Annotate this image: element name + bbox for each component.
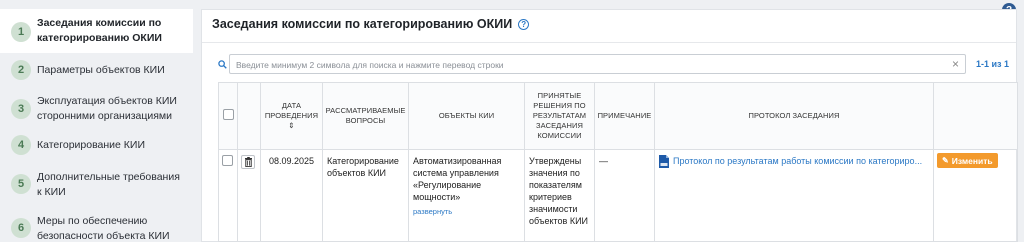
- trash-icon: [244, 157, 252, 167]
- step-number: 3: [11, 99, 31, 119]
- table-header-row: ДАТА ПРОВЕДЕНИЯ ⇕ РАССМАТРИВАЕМЫЕ ВОПРОС…: [218, 82, 1018, 150]
- protocol-link-text: Протокол по результатам работы комиссии …: [673, 156, 923, 166]
- step-number: 5: [11, 174, 31, 194]
- step-number: 6: [11, 218, 31, 238]
- delete-button[interactable]: [241, 155, 255, 169]
- objects-text: Автоматизированная система управления «Р…: [413, 156, 502, 202]
- sidebar-item-label: Параметры объектов КИИ: [37, 64, 165, 76]
- sidebar-item-security-measures[interactable]: 6 Меры по обеспечению безопасности объек…: [0, 213, 193, 242]
- page-title: Заседания комиссии по категорированию ОК…: [212, 17, 530, 31]
- cell-date: 08.09.2025: [260, 149, 323, 242]
- header-protocol: ПРОТОКОЛ ЗАСЕДАНИЯ: [654, 82, 934, 150]
- sidebar-item-label: Эксплуатация объектов КИИ сторонними орг…: [37, 95, 177, 122]
- header-objects: ОБЪЕКТЫ КИИ: [408, 82, 525, 150]
- row-select-cell: [218, 149, 238, 242]
- sidebar-item-kii-categorization[interactable]: 4 Категорирование КИИ: [0, 135, 193, 159]
- search-icon: [218, 60, 227, 69]
- sidebar-item-third-party-operation[interactable]: 3 Эксплуатация объектов КИИ сторонними о…: [0, 94, 193, 124]
- search-field: ×: [229, 54, 966, 74]
- sidebar-item-commission-meetings[interactable]: 1 Заседания комиссии по категорированию …: [0, 9, 193, 53]
- protocol-link[interactable]: Протокол по результатам работы комиссии …: [659, 155, 929, 168]
- cell-decisions: Утверждены значения по показателям крите…: [524, 149, 595, 242]
- sidebar-item-label: Дополнительные требования к КИИ: [37, 171, 180, 198]
- step-number: 4: [11, 135, 31, 155]
- sidebar: 1 Заседания комиссии по категорированию …: [0, 0, 193, 242]
- row-delete-cell: [237, 149, 261, 242]
- page-title-text: Заседания комиссии по категорированию ОК…: [212, 17, 513, 31]
- sidebar-item-additional-requirements[interactable]: 5 Дополнительные требования к КИИ: [0, 169, 193, 199]
- pencil-icon: ✎: [942, 155, 949, 165]
- cell-note: —: [594, 149, 655, 242]
- sidebar-item-label: Категорирование КИИ: [37, 139, 146, 151]
- step-number: 2: [11, 60, 31, 80]
- divider: [202, 42, 1016, 43]
- pagination-count: 1-1 из 1: [976, 59, 1010, 69]
- cell-questions: Категорирование объектов КИИ: [322, 149, 409, 242]
- header-date[interactable]: ДАТА ПРОВЕДЕНИЯ ⇕: [260, 82, 323, 150]
- row-checkbox[interactable]: [222, 155, 233, 166]
- close-icon[interactable]: ×: [952, 58, 959, 70]
- sidebar-item-kii-params[interactable]: 2 Параметры объектов КИИ: [0, 58, 193, 82]
- table-row: 08.09.2025 Категорирование объектов КИИ …: [218, 149, 1018, 242]
- header-decisions: ПРИНЯТЫЕ РЕШЕНИЯ ПО РЕЗУЛЬТАТАМ ЗАСЕДАНИ…: [524, 82, 595, 150]
- question-icon[interactable]: ?: [518, 18, 530, 30]
- expand-link[interactable]: развернуть: [413, 206, 452, 218]
- cell-objects: Автоматизированная система управления «Р…: [408, 149, 525, 242]
- header-actions: [933, 82, 1018, 150]
- action-header: [237, 82, 261, 150]
- search-input[interactable]: [230, 56, 965, 74]
- edit-button[interactable]: ✎ Изменить: [937, 153, 998, 168]
- select-all-checkbox[interactable]: [222, 109, 234, 120]
- document-icon: [659, 155, 669, 168]
- step-number: 1: [11, 22, 31, 42]
- edit-button-label: Изменить: [951, 155, 993, 166]
- meetings-table: ДАТА ПРОВЕДЕНИЯ ⇕ РАССМАТРИВАЕМЫЕ ВОПРОС…: [218, 82, 1018, 242]
- sidebar-item-label: Меры по обеспечению безопасности объекта…: [37, 215, 170, 242]
- header-note: ПРИМЕЧАНИЕ: [594, 82, 655, 150]
- select-all-cell: [218, 82, 238, 150]
- cell-protocol: Протокол по результатам работы комиссии …: [654, 149, 934, 242]
- sidebar-item-label: Заседания комиссии по категорированию ОК…: [37, 17, 162, 44]
- header-questions: РАССМАТРИВАЕМЫЕ ВОПРОСЫ: [322, 82, 409, 150]
- cell-actions: ✎ Изменить: [933, 149, 1018, 242]
